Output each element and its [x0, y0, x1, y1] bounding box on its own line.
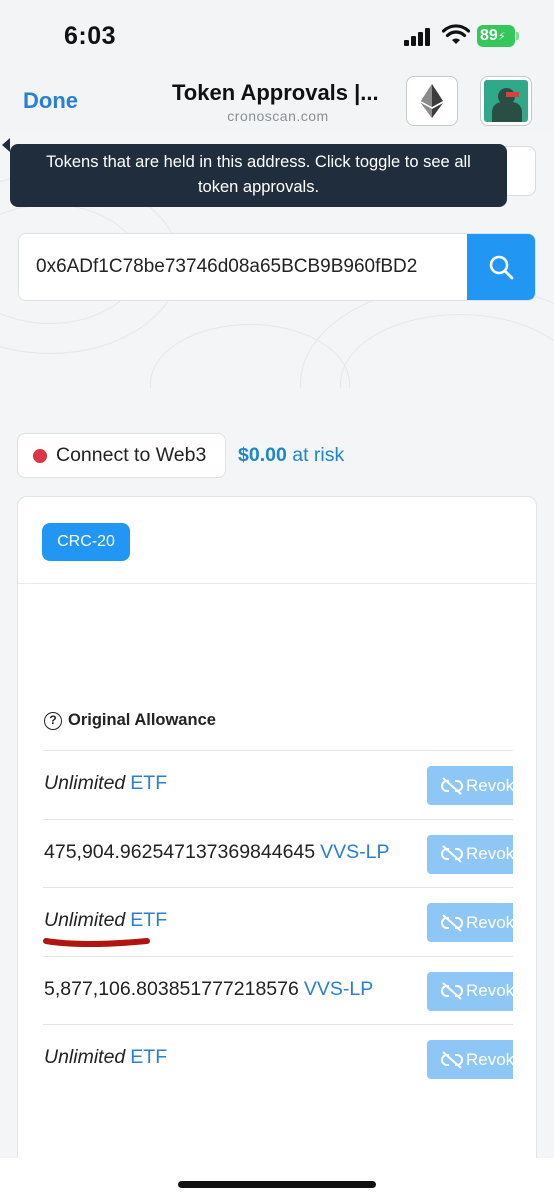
avatar-image	[484, 80, 528, 122]
page-title: Token Approvals |...	[172, 80, 379, 105]
browser-nav-bar: Done Token Approvals |... cronoscan.com	[0, 72, 554, 134]
allowance-value: 475,904.962547137369844645 VVS-LP	[44, 841, 390, 864]
allowance-amount: Unlimited	[44, 1046, 126, 1068]
status-bar: 6:03 89⚡	[0, 0, 554, 72]
revoke-button[interactable]: Revoke	[427, 903, 513, 942]
revoke-button[interactable]: Revoke	[427, 834, 513, 874]
revoke-label: Revoke	[466, 1049, 513, 1069]
divider	[18, 583, 536, 584]
column-header-label: Original Allowance	[68, 711, 216, 729]
approval-row: UnlimitedETF Revoke	[43, 750, 513, 819]
help-icon[interactable]: ?	[44, 711, 62, 730]
unlink-icon	[441, 913, 463, 932]
token-link[interactable]: VVS-LP	[320, 841, 389, 863]
home-area	[0, 1158, 554, 1200]
unlink-icon	[441, 776, 463, 795]
token-link[interactable]: VVS-LP	[304, 978, 373, 1000]
revoke-label: Revoke	[466, 912, 513, 932]
main-content: Connect to Web3 $0.00 at risk CRC-20 ? O…	[0, 388, 554, 1176]
tooltip: Tokens that are held in this address. Cl…	[10, 144, 507, 207]
status-time: 6:03	[64, 22, 117, 50]
done-button[interactable]: Done	[23, 88, 78, 114]
risk-summary: $0.00 at risk	[238, 444, 344, 467]
allowance-value: Unlimited ETF	[44, 1046, 167, 1069]
battery-icon: 89⚡	[477, 25, 519, 47]
search-icon	[489, 255, 514, 280]
search-bar	[18, 233, 536, 301]
revoke-button[interactable]: Revoke	[427, 766, 513, 805]
tab-crc-20[interactable]: CRC-20	[42, 523, 130, 561]
disconnected-status-dot	[33, 448, 47, 463]
allowance-amount: Unlimited	[44, 772, 126, 794]
red-underline-annotation	[43, 938, 150, 947]
allowance-value: Unlimited ETF	[44, 772, 167, 795]
search-button[interactable]	[467, 234, 535, 300]
approvals-list: UnlimitedETF Revoke 475,904.962547137369…	[43, 750, 513, 1093]
revoke-button[interactable]: Revoke	[427, 971, 513, 1011]
risk-amount: $0.00	[238, 444, 287, 466]
ethereum-network-button[interactable]	[406, 76, 458, 126]
avatar[interactable]	[480, 76, 532, 126]
allowance-amount: 475,904.962547137369844645	[44, 840, 316, 863]
allowance-amount: 5,877,106.803851777218576	[44, 977, 299, 1000]
token-link[interactable]: ETF	[130, 772, 167, 794]
search-input[interactable]	[19, 234, 468, 300]
approvals-card: CRC-20 ? Original Allowance Unlimited ETF…	[17, 496, 537, 1176]
allowance-value: Unlimited ETF	[44, 909, 167, 932]
token-link[interactable]: ETF	[130, 909, 167, 931]
cellular-signal-icon	[404, 28, 434, 46]
revoke-label: Revoke	[466, 844, 513, 863]
approval-row: 475,904.962547137369844645VVS-LP Revoke	[43, 818, 513, 888]
approval-row: UnlimitedETF Revoke	[43, 887, 513, 956]
allowance-amount: Unlimited	[44, 909, 126, 931]
approval-row: UnlimitedETF Revoke	[43, 1024, 513, 1093]
revoke-button[interactable]: Revoke	[427, 1040, 513, 1079]
risk-label: at risk	[286, 444, 345, 466]
page-domain: cronoscan.com	[227, 108, 329, 124]
column-header-original-allowance: ? Original Allowance	[44, 711, 216, 730]
wifi-icon	[442, 24, 470, 44]
unlink-icon	[441, 845, 463, 863]
unlink-icon	[441, 1050, 463, 1069]
token-link[interactable]: ETF	[130, 1046, 167, 1068]
revoke-label: Revoke	[466, 775, 513, 795]
unlink-icon	[441, 982, 463, 1000]
battery-level: 89	[480, 27, 498, 44]
allowance-value: 5,877,106.803851777218576 VVS-LP	[44, 978, 373, 1001]
connect-web3-label: Connect to Web3	[56, 444, 207, 466]
revoke-label: Revoke	[466, 981, 513, 1000]
approval-row: 5,877,106.803851777218576VVS-LP Revoke	[43, 955, 513, 1025]
home-indicator[interactable]	[178, 1181, 376, 1188]
connect-web3-button[interactable]: Connect to Web3	[17, 433, 226, 478]
ethereum-icon	[421, 84, 443, 118]
tooltip-arrow	[2, 138, 10, 152]
